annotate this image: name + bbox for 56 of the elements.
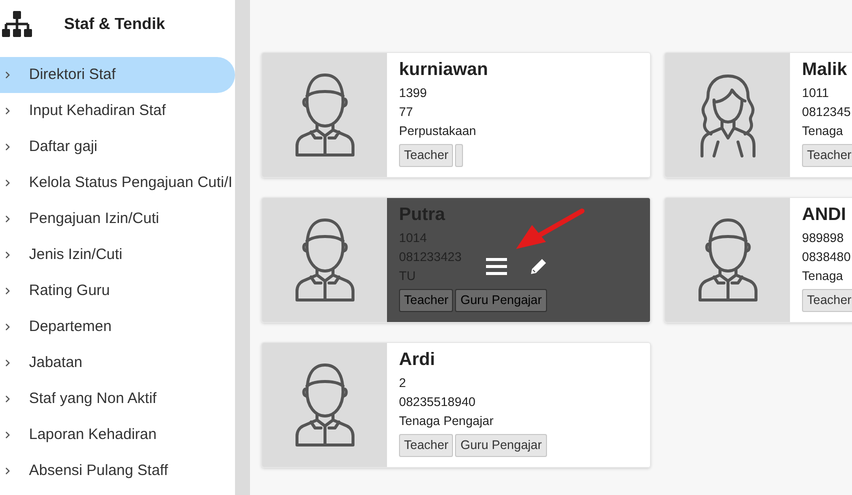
sidebar-item[interactable]: Daftar gaji [0, 129, 235, 165]
role-tag: Teacher [399, 144, 454, 167]
sidebar-item[interactable]: Jenis Izin/Cuti [0, 237, 235, 273]
staff-card[interactable]: Malik 1011 0812345 Tenaga Teacher [664, 52, 852, 178]
role-tag: Guru Pengajar [455, 434, 547, 457]
sidebar-item[interactable]: Kelola Status Pengajuan Cuti/I [0, 165, 235, 201]
staff-name: Malik [802, 58, 848, 80]
sidebar-item[interactable]: Rating Guru [0, 273, 235, 309]
staff-detail: Tenaga [802, 123, 844, 140]
chevron-icon [5, 179, 11, 187]
pencil-icon[interactable] [528, 256, 549, 277]
chevron-icon [5, 251, 11, 259]
staff-name: kurniawan [399, 58, 490, 80]
staff-detail: 0812345 [802, 104, 851, 121]
staff-name: ANDI [802, 203, 847, 225]
staff-detail: 77 [399, 104, 413, 121]
staff-card[interactable]: kurniawan 1399 77 Perpustakaan Teacher [261, 52, 651, 178]
sidebar-item[interactable]: Absensi Pulang Staff [0, 453, 235, 489]
sidebar-item[interactable]: Staf yang Non Aktif [0, 381, 235, 417]
staff-card[interactable]: Ardi 2 08235518940 Tenaga Pengajar Teacher Guru Pengajar [261, 342, 651, 468]
chevron-icon [5, 287, 11, 295]
staff-card[interactable]: ANDI 989898 0838480 Tenaga Teacher [664, 197, 852, 323]
chevron-icon [5, 359, 11, 367]
menu-icon[interactable] [486, 258, 507, 275]
chevron-icon [5, 143, 11, 151]
staff-name: Ardi [399, 348, 436, 370]
staff-detail: Tenaga Pengajar [399, 413, 494, 430]
chevron-icon [5, 323, 11, 331]
sidebar-item[interactable]: Direktori Staf [0, 57, 235, 93]
role-tag: Teacher [399, 434, 454, 457]
staff-detail: 0838480 [802, 249, 851, 266]
sidebar-item[interactable]: Input Kehadiran Staf [0, 93, 235, 129]
sidebar-item[interactable]: Jabatan [0, 345, 235, 381]
chevron-icon [5, 71, 11, 79]
staff-detail: 1011 [802, 85, 829, 102]
role-tag: Teacher [802, 289, 852, 312]
role-tag: Teacher [802, 144, 852, 167]
staff-detail: 1399 [399, 85, 427, 102]
sidebar-item[interactable]: Pengajuan Izin/Cuti [0, 201, 235, 237]
role-tag: Teacher [399, 289, 454, 312]
staff-detail: 989898 [802, 230, 844, 247]
chevron-icon [5, 467, 11, 475]
chevron-icon [5, 107, 11, 115]
chevron-icon [5, 431, 11, 439]
chevron-icon [5, 215, 11, 223]
sitemap-icon [2, 11, 32, 39]
role-tag: Guru Pengajar [455, 289, 547, 312]
staff-detail: Tenaga [802, 268, 844, 285]
sidebar-title: Staf & Tendik [64, 15, 166, 35]
chevron-icon [5, 395, 11, 403]
sidebar-item[interactable]: Departemen [0, 309, 235, 345]
staff-detail: 2 [399, 375, 406, 392]
staff-detail: 08235518940 [399, 394, 476, 411]
arrow-annotation [514, 208, 586, 252]
staff-detail: Perpustakaan [399, 123, 476, 140]
sidebar-item[interactable]: Laporan Kehadiran [0, 417, 235, 453]
